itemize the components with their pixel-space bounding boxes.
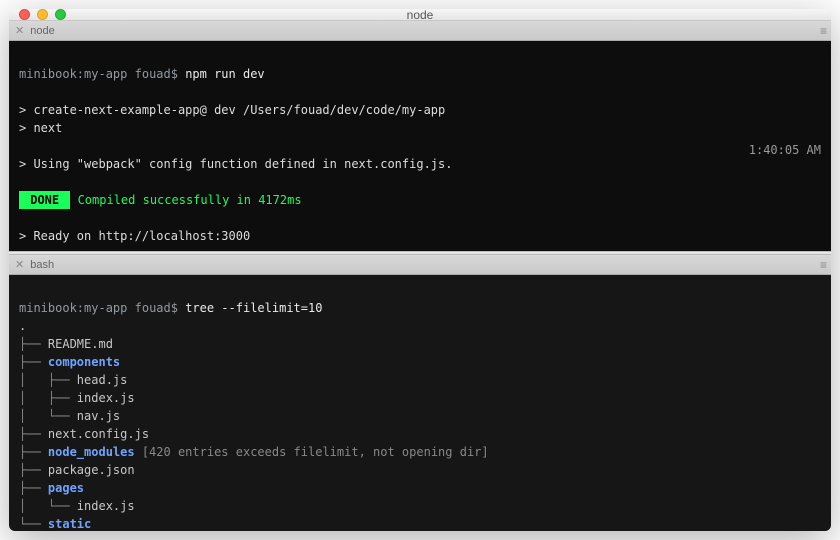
tree-dir: pages: [48, 481, 84, 495]
terminal-window: node ✕ node ≡ minibook:my-app fouad$ npm…: [9, 9, 831, 531]
titlebar[interactable]: node: [9, 9, 831, 21]
done-message: Compiled successfully in 4172ms: [70, 193, 301, 207]
tree-branch: │ └──: [19, 409, 77, 423]
prompt-path: my-app: [84, 301, 127, 315]
output-line: > Ready on http://localhost:3000: [19, 229, 250, 243]
tree-file: head.js: [77, 373, 128, 387]
output-line: > Using "webpack" config function define…: [19, 157, 452, 171]
terminal-pane-top[interactable]: minibook:my-app fouad$ npm run dev > cre…: [9, 41, 831, 251]
window-title: node: [9, 9, 831, 22]
tree-branch: ├──: [19, 463, 48, 477]
tree-file: package.json: [48, 463, 135, 477]
tree-branch: │ ├──: [19, 373, 77, 387]
tree-branch: ├──: [19, 427, 48, 441]
tree-file: next.config.js: [48, 427, 149, 441]
menu-icon[interactable]: ≡: [820, 24, 825, 38]
tree-dir: components: [48, 355, 120, 369]
tree-branch: ├──: [19, 355, 48, 369]
tree-file: nav.js: [77, 409, 120, 423]
prompt-user: fouad$: [127, 67, 185, 81]
output-line: > create-next-example-app@ dev /Users/fo…: [19, 103, 445, 117]
command-text: tree --filelimit=10: [185, 301, 322, 315]
close-icon[interactable]: ✕: [15, 258, 24, 271]
tree-branch: │ ├──: [19, 391, 77, 405]
prompt-path: my-app: [84, 67, 127, 81]
tree-root: .: [19, 319, 26, 333]
command-text: npm run dev: [185, 67, 264, 81]
tab-label: bash: [30, 259, 54, 271]
close-icon[interactable]: ✕: [15, 24, 24, 37]
terminal-pane-bottom[interactable]: minibook:my-app fouad$ tree --filelimit=…: [9, 275, 831, 531]
tab-bar-bottom[interactable]: ✕ bash ≡: [9, 255, 831, 275]
tree-file: index.js: [77, 499, 135, 513]
traffic-lights: [9, 9, 66, 20]
menu-icon[interactable]: ≡: [820, 258, 825, 272]
done-badge: DONE: [19, 191, 70, 209]
panes-container: ✕ node ≡ minibook:my-app fouad$ npm run …: [9, 21, 831, 531]
tree-dir: static: [48, 517, 91, 531]
tab-bar-top[interactable]: ✕ node ≡: [9, 21, 831, 41]
prompt-host: minibook:: [19, 301, 84, 315]
tree-branch: ├──: [19, 481, 48, 495]
tree-note: [420 entries exceeds filelimit, not open…: [135, 445, 489, 459]
tree-file: index.js: [77, 391, 135, 405]
timestamp: 1:40:05 AM: [749, 141, 821, 159]
close-icon[interactable]: [19, 9, 30, 20]
output-line: > next: [19, 121, 62, 135]
prompt-user: fouad$: [127, 301, 185, 315]
tree-branch: ├──: [19, 445, 48, 459]
tree-file: README.md: [48, 337, 113, 351]
prompt-host: minibook:: [19, 67, 84, 81]
minimize-icon[interactable]: [37, 9, 48, 20]
tree-branch: └──: [19, 517, 48, 531]
tree-branch: │ └──: [19, 499, 77, 513]
tab-label: node: [30, 25, 54, 37]
zoom-icon[interactable]: [55, 9, 66, 20]
tree-dir: node_modules: [48, 445, 135, 459]
tree-branch: ├──: [19, 337, 48, 351]
